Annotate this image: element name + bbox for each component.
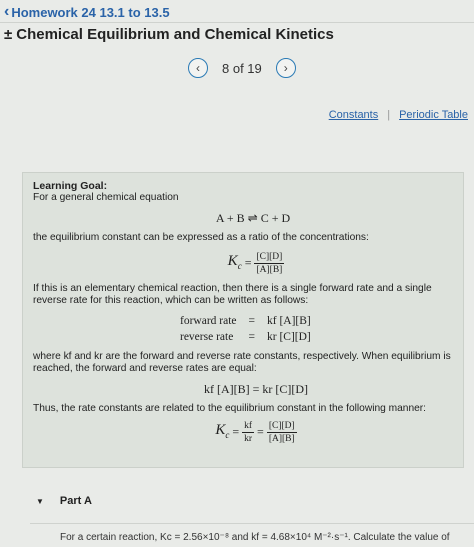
ratio-numerator: kf — [242, 421, 255, 433]
forward-rate-row: forward rate = kf [A][B] — [175, 314, 316, 328]
kc-rate-equation: Kc = kf kr = [C][D] [A][B] — [59, 420, 453, 445]
rate-equations: forward rate = kf [A][B] reverse rate = … — [173, 312, 318, 346]
reverse-rate-row: reverse rate = kr [C][D] — [175, 330, 316, 344]
goal-paragraph-3: If this is an elementary chemical reacti… — [33, 283, 432, 306]
part-a-question: For a certain reaction, Kc = 2.56×10⁻⁸ a… — [60, 532, 450, 543]
links-separator: | — [387, 109, 391, 121]
periodic-table-link[interactable]: Periodic Table — [399, 109, 468, 121]
caret-down-icon: ▼ — [36, 496, 44, 506]
rate-expr: kf [A][B] — [267, 315, 311, 327]
kc-symbol: Kc — [215, 422, 230, 441]
kc-denominator: [A][B] — [256, 265, 283, 275]
divider — [30, 523, 474, 524]
chevron-right-icon: › — [283, 61, 288, 75]
learning-goal-box: Learning Goal: For a general chemical eq… — [22, 172, 464, 468]
equals-sign: = — [257, 424, 264, 439]
next-button[interactable]: › — [275, 58, 296, 78]
rate-eq: = — [248, 331, 256, 343]
goal-intro: For a general chemical equation — [33, 192, 179, 203]
equals-sign: = — [232, 424, 240, 439]
back-link-label: Homework 24 13.1 to 13.5 — [11, 4, 170, 20]
chevron-left-icon: ‹ — [4, 3, 10, 20]
reaction-equation: A + B ⇌ C + D — [215, 211, 291, 225]
concentration-fraction: [C][D] [A][B] — [266, 420, 297, 445]
learning-goal-heading: Learning Goal: — [33, 180, 108, 192]
page-title: ± Chemical Equilibrium and Chemical Kine… — [4, 26, 334, 43]
page-counter: 8 of 19 — [222, 60, 262, 76]
rate-constant-fraction: kf kr — [242, 420, 255, 445]
pager: ‹ 8 of 19 › — [188, 58, 296, 78]
plus-minus-icon[interactable]: ± — [4, 26, 12, 43]
resource-links: Constants | Periodic Table — [329, 109, 468, 121]
kc-fraction: [C][D] [A][B] — [254, 251, 285, 276]
rate-label: forward rate — [180, 315, 237, 327]
part-a-label: Part A — [59, 495, 92, 507]
goal-paragraph-5: Thus, the rate constants are related to … — [33, 403, 427, 414]
kc-denominator: [A][B] — [268, 434, 295, 444]
kc-symbol: Kc — [227, 253, 242, 272]
rate-expr: kr [C][D] — [267, 331, 311, 343]
ratio-denominator: kr — [244, 434, 253, 444]
part-a-toggle[interactable]: ▼ Part A — [36, 495, 92, 507]
kc-numerator: [C][D] — [266, 421, 297, 433]
goal-paragraph-4: where kf and kr are the forward and reve… — [33, 351, 451, 374]
constants-link[interactable]: Constants — [329, 109, 379, 121]
prev-button[interactable]: ‹ — [188, 58, 208, 78]
page-title-text: Chemical Equilibrium and Chemical Kineti… — [16, 26, 334, 43]
rate-label: reverse rate — [180, 331, 234, 343]
balance-equation: kf [A][B] = kr [C][D] — [203, 382, 309, 396]
back-link[interactable]: ‹ Homework 24 13.1 to 13.5 — [4, 2, 170, 22]
rate-eq: = — [248, 315, 256, 327]
goal-paragraph-2: the equilibrium constant can be expresse… — [33, 232, 369, 243]
equals-sign: = — [244, 255, 252, 270]
kc-equation: Kc = [C][D] [A][B] — [59, 251, 453, 276]
kc-numerator: [C][D] — [254, 252, 285, 264]
divider — [0, 22, 474, 23]
chevron-left-icon: ‹ — [196, 61, 200, 75]
